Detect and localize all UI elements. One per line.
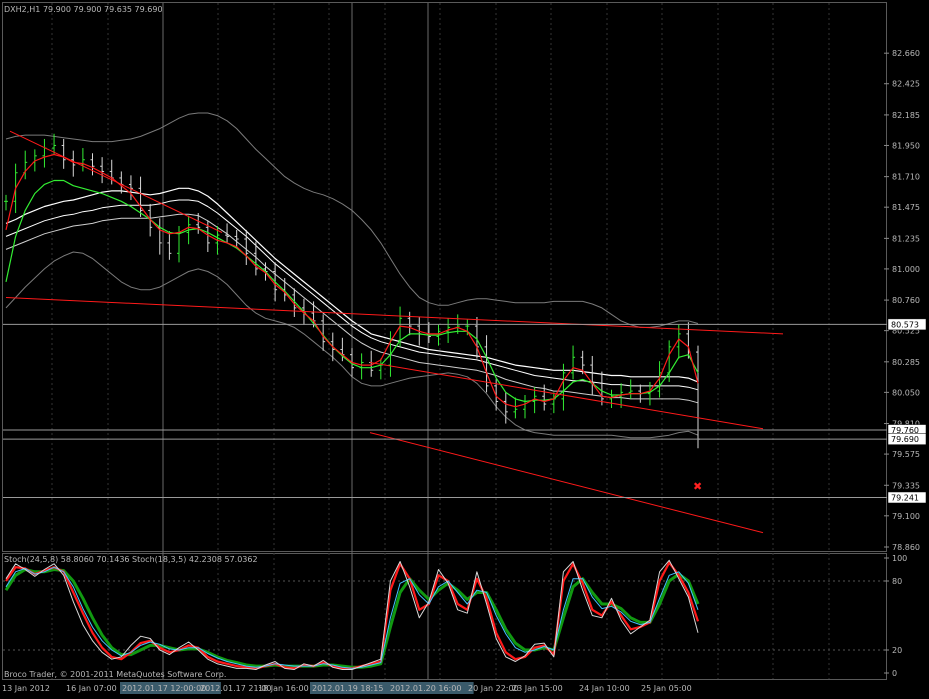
osc-tick-label: 0 xyxy=(892,669,897,678)
time-tick-label: 2012.01.20 16:00 xyxy=(390,684,461,693)
chart-header: DXH2,H1 79.900 79.900 79.635 79.690 xyxy=(4,5,163,14)
price-tick-label: 82.185 xyxy=(892,111,920,120)
level-price-label: 79.241 xyxy=(891,493,919,502)
price-tick-label: 82.425 xyxy=(892,80,920,89)
price-tick-label: 81.000 xyxy=(892,265,920,274)
price-tick-label: 79.100 xyxy=(892,512,920,521)
osc-tick-label: 80 xyxy=(892,577,902,586)
time-tick-label: 23 Jan 15:00 xyxy=(512,684,563,693)
price-tick-label: 80.760 xyxy=(892,296,920,305)
time-axis: 13 Jan 2012 16 Jan 07:00 2012.01.17 12:00:… xyxy=(2,682,692,694)
price-tick-label: 78.860 xyxy=(892,543,920,552)
alert-marker[interactable]: ✖ xyxy=(693,480,702,493)
price-tick-label: 82.660 xyxy=(892,49,920,58)
time-tick-label: 2012.01.19 18:15 xyxy=(312,684,383,693)
oscillator-label: Stoch(24,5,8) 58.8060 70.1436 Stoch(18,3… xyxy=(4,555,258,564)
price-tick-label: 81.710 xyxy=(892,173,920,182)
price-tick-label: 79.335 xyxy=(892,481,920,490)
level-price-label: 80.573 xyxy=(891,320,919,329)
price-tick-label: 81.235 xyxy=(892,234,920,243)
watermark: Broco Trader, © 2001-2011 MetaQuotes Sof… xyxy=(4,670,226,679)
chart-background xyxy=(0,0,929,699)
time-tick-label: 16 Jan 07:00 xyxy=(66,684,117,693)
price-tick-label: 81.475 xyxy=(892,203,920,212)
osc-tick-label: 20 xyxy=(892,646,902,655)
price-tick-label: 79.575 xyxy=(892,450,920,459)
price-tick-label: 80.285 xyxy=(892,358,920,367)
price-tick-label: 80.050 xyxy=(892,388,920,397)
time-tick-label: 2012.01.17 12:00:00 xyxy=(122,684,206,693)
price-chart[interactable]: 82.660 82.425 82.185 81.950 81.710 81.475 81.2… xyxy=(0,0,929,699)
level-price-label: 79.690 xyxy=(891,435,919,444)
price-tick-label: 81.950 xyxy=(892,141,920,150)
time-tick-label: 13 Jan 2012 xyxy=(2,684,50,693)
time-tick-label: 25 Jan 05:00 xyxy=(641,684,692,693)
osc-tick-label: 100 xyxy=(892,554,907,563)
time-tick-label: 18 Jan 16:00 xyxy=(258,684,309,693)
time-tick-label: 24 Jan 10:00 xyxy=(579,684,630,693)
